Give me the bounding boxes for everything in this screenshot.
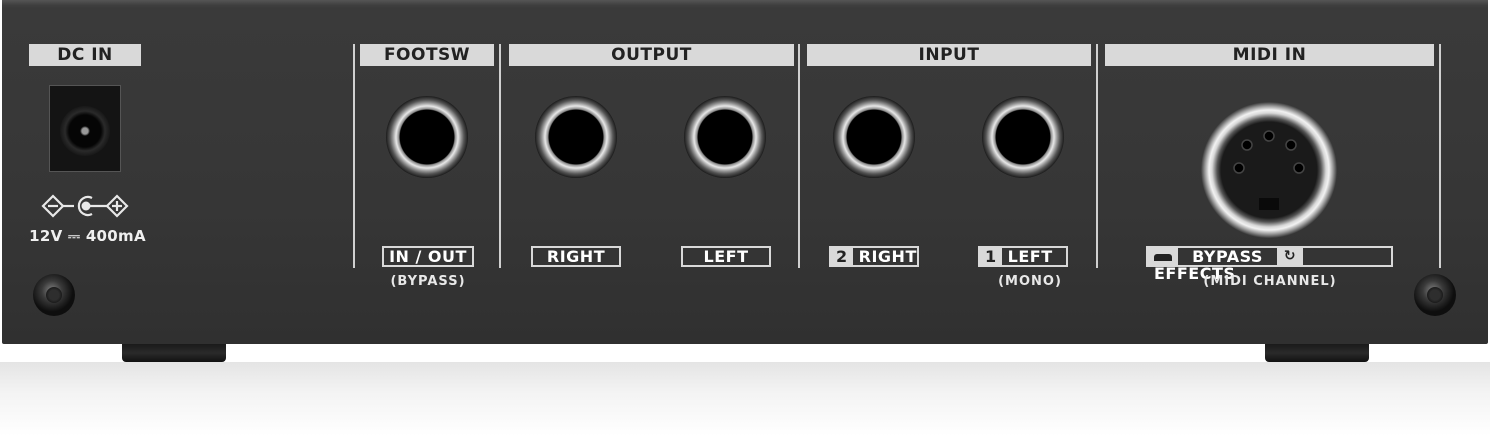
effects-loop-icon: ↻	[1277, 248, 1304, 265]
header-footsw: FOOTSW	[360, 44, 494, 66]
table-reflection	[0, 362, 1490, 436]
screw-left	[33, 274, 75, 316]
label-in-out: IN / OUT	[382, 246, 474, 267]
header-midi-in: MIDI IN	[1105, 44, 1434, 66]
label-bypass-sub: (BYPASS)	[390, 274, 466, 289]
label-output-right: RIGHT	[531, 246, 621, 267]
label-output-left: LEFT	[681, 246, 771, 267]
dc-in-socket[interactable]	[49, 85, 121, 172]
divider-1	[353, 44, 355, 268]
jack-input-right[interactable]	[833, 96, 915, 178]
input-2-badge: 2	[831, 248, 853, 265]
power-spec: 12V ⎓ 400mA	[29, 227, 146, 245]
rubber-foot-right	[1265, 344, 1369, 362]
midi-din-connector[interactable]	[1201, 102, 1337, 238]
screw-right	[1414, 274, 1456, 316]
jack-footswitch[interactable]	[386, 96, 468, 178]
label-mono-sub: (MONO)	[998, 274, 1062, 289]
jack-output-left[interactable]	[684, 96, 766, 178]
divider-2	[499, 44, 501, 268]
jack-input-left[interactable]	[982, 96, 1064, 178]
panel-top-edge	[2, 0, 1488, 6]
rubber-foot-left	[122, 344, 226, 362]
divider-5	[1439, 44, 1441, 268]
label-midi-mode: BYPASS ↻ EFFECTS	[1146, 246, 1393, 282]
label-input-right: 2 RIGHT	[829, 246, 919, 267]
header-dc-in: DC IN	[29, 44, 141, 66]
header-input: INPUT	[807, 44, 1091, 66]
input-1-badge: 1	[980, 248, 1002, 265]
label-midi-channel-sub: (MIDI CHANNEL)	[1203, 274, 1337, 289]
polarity-icon	[41, 194, 129, 218]
divider-3	[798, 44, 800, 268]
input-left-text: LEFT	[1007, 247, 1053, 266]
divider-4	[1096, 44, 1098, 268]
input-right-text: RIGHT	[858, 247, 917, 266]
header-output: OUTPUT	[509, 44, 794, 66]
jack-output-right[interactable]	[535, 96, 617, 178]
label-input-left: 1 LEFT	[978, 246, 1068, 267]
bypass-footswitch-icon	[1148, 248, 1178, 265]
